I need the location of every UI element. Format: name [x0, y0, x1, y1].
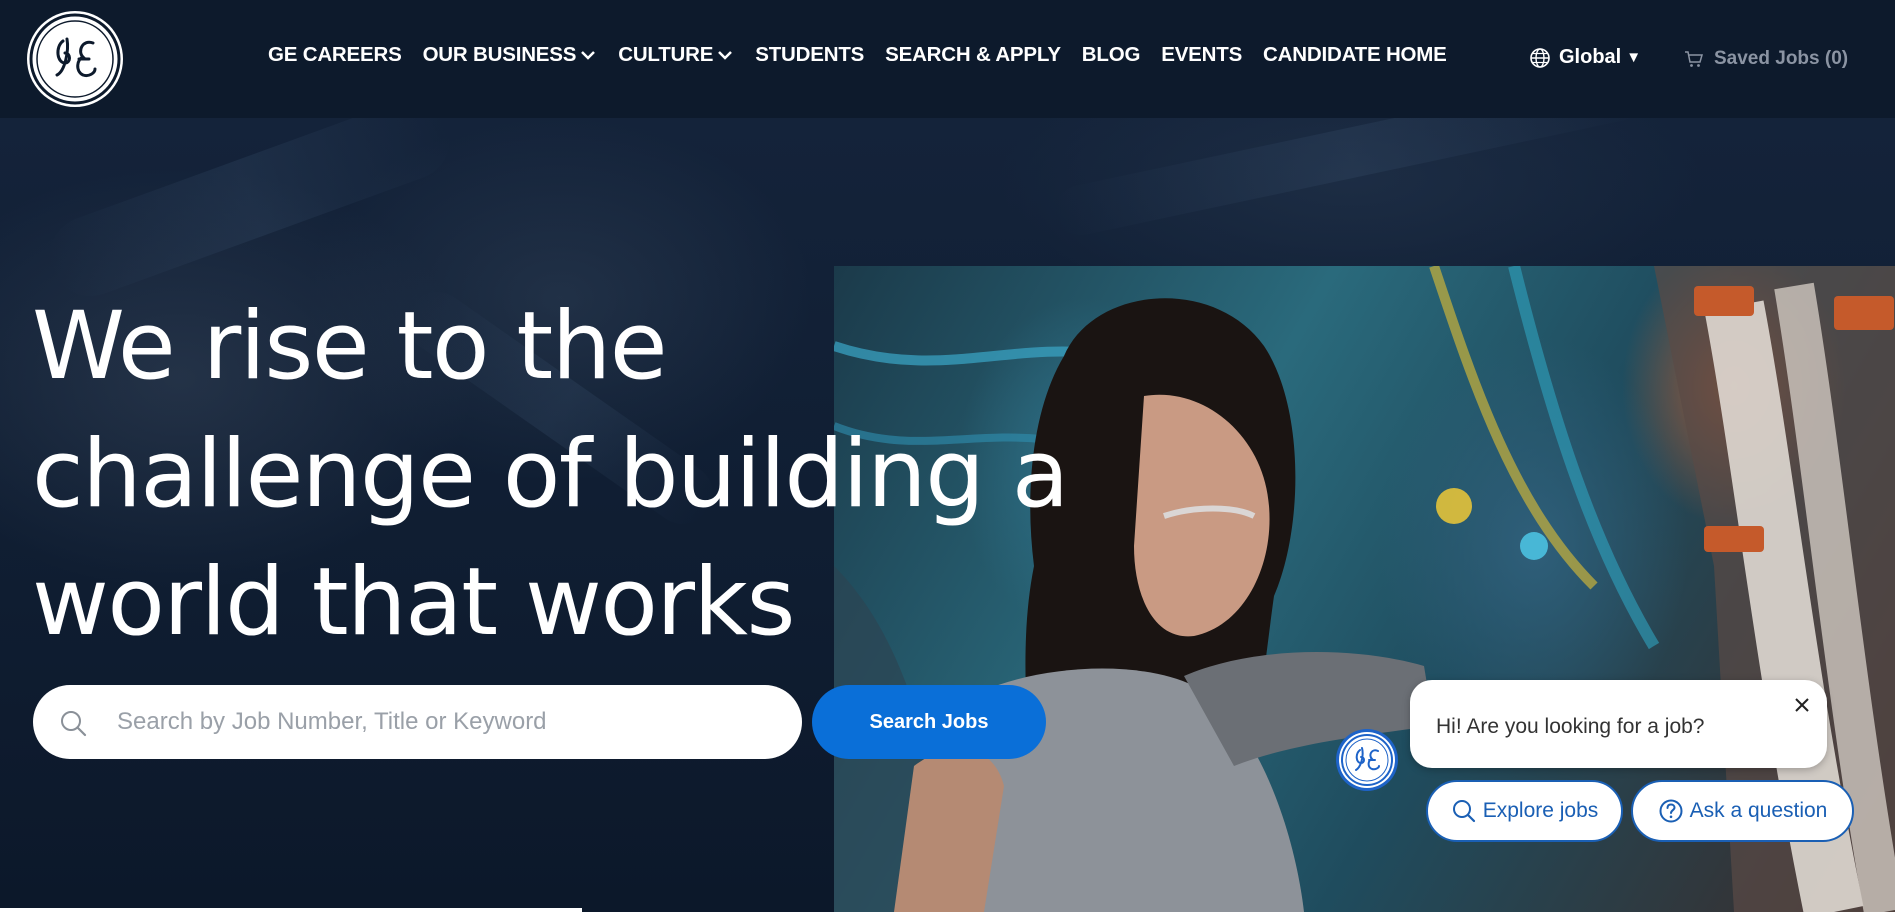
saved-jobs-link[interactable]: Saved Jobs (0)	[1684, 48, 1848, 70]
search-icon	[1452, 800, 1475, 823]
ge-monogram-icon	[29, 13, 121, 105]
nav-label: STUDENTS	[755, 43, 865, 66]
explore-jobs-label: Explore jobs	[1482, 799, 1599, 822]
nav-label: OUR BUSINESS	[422, 43, 577, 66]
saved-jobs-label: Saved Jobs (0)	[1714, 48, 1849, 69]
nav-culture[interactable]: CULTURE	[618, 43, 734, 67]
nav-search-apply[interactable]: SEARCH & APPLY	[885, 43, 1061, 67]
nav-events[interactable]: EVENTS	[1161, 43, 1242, 67]
search-jobs-button[interactable]: Search Jobs	[812, 685, 1046, 759]
top-navigation-bar: GE CAREERS OUR BUSINESS CULTURE STUDENTS…	[0, 0, 1895, 118]
nav-blog[interactable]: BLOG	[1081, 43, 1141, 67]
nav-ge-careers[interactable]: GE CAREERS	[268, 43, 402, 67]
nav-label: EVENTS	[1161, 43, 1243, 66]
cart-icon	[1685, 51, 1703, 67]
explore-jobs-button[interactable]: Explore jobs	[1426, 780, 1623, 842]
nav-our-business[interactable]: OUR BUSINESS	[423, 43, 598, 67]
job-search-box	[33, 685, 802, 759]
background-texture	[38, 88, 462, 308]
section-divider	[0, 908, 582, 912]
ask-question-label: Ask a question	[1689, 799, 1828, 822]
ge-logo[interactable]	[27, 11, 123, 107]
ge-monogram-icon	[1341, 734, 1393, 786]
headline-line: We rise to the	[32, 292, 668, 401]
nav-label: SEARCH & APPLY	[885, 43, 1061, 66]
search-icon	[61, 711, 87, 737]
ask-question-button[interactable]: Ask a question	[1631, 780, 1854, 842]
nav-label: CANDIDATE HOME	[1263, 43, 1447, 66]
headline-line: world that works	[32, 548, 795, 657]
main-nav: GE CAREERS OUR BUSINESS CULTURE STUDENTS…	[268, 40, 1468, 70]
globe-icon	[1530, 47, 1550, 68]
chat-message-text: Hi! Are you looking for a job?	[1436, 715, 1705, 738]
chatbot-avatar[interactable]	[1339, 732, 1395, 788]
close-icon[interactable]	[1791, 694, 1813, 716]
chat-message-bubble: Hi! Are you looking for a job?	[1410, 680, 1827, 768]
headline-line: challenge of building a	[32, 420, 1069, 529]
job-search-input[interactable]	[117, 685, 777, 759]
search-jobs-label: Search Jobs	[869, 710, 989, 733]
region-selector[interactable]: Global ▼	[1529, 46, 1641, 69]
nav-label: GE CAREERS	[268, 43, 402, 66]
nav-students[interactable]: STUDENTS	[755, 43, 864, 67]
hero-headline: We rise to the challenge of building a w…	[32, 283, 1132, 667]
chevron-down-icon	[581, 51, 596, 60]
chevron-down-icon	[718, 51, 733, 60]
nav-label: CULTURE	[618, 43, 714, 66]
caret-down-icon: ▼	[1626, 49, 1642, 66]
question-icon	[1659, 799, 1683, 823]
nav-candidate-home[interactable]: CANDIDATE HOME	[1263, 43, 1447, 67]
region-label: Global	[1559, 46, 1622, 68]
nav-label: BLOG	[1081, 43, 1141, 66]
